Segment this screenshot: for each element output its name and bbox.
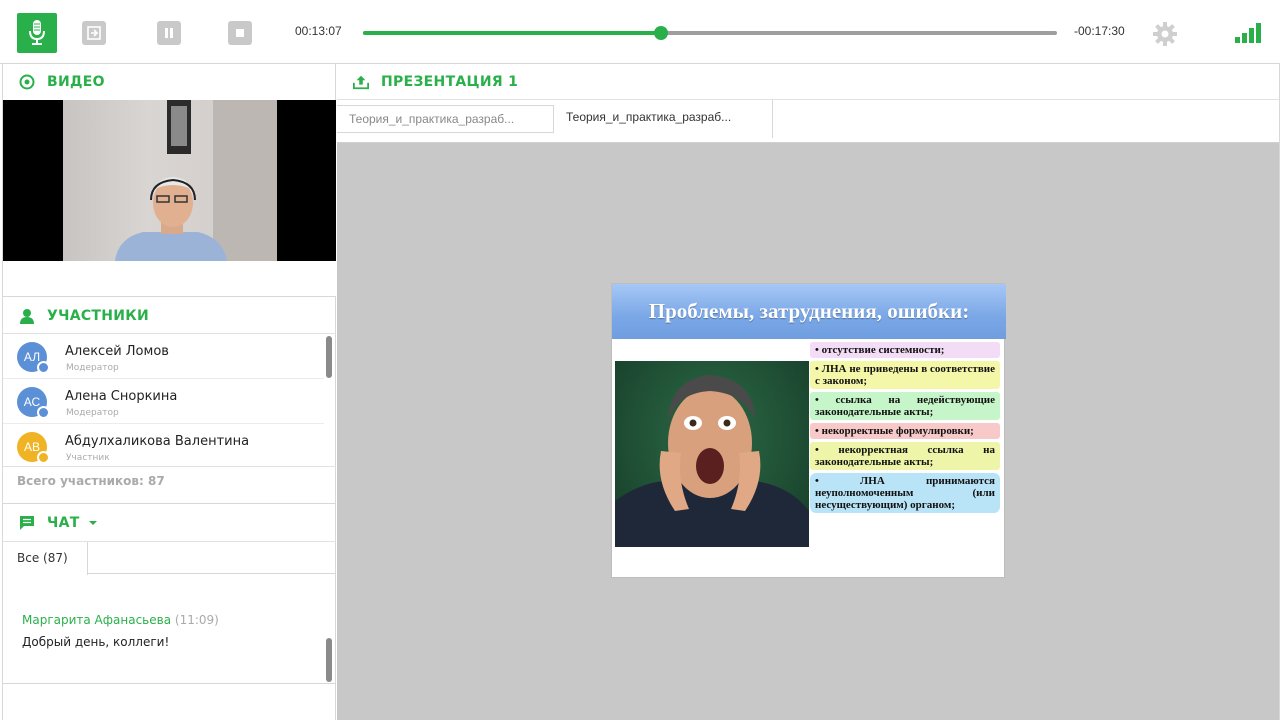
participant-row[interactable]: АС Алена Сноркина Модератор bbox=[3, 379, 324, 424]
participant-name: Алена Сноркина bbox=[65, 389, 178, 404]
participant-role: Участник bbox=[66, 453, 110, 463]
participants-scrollbar[interactable] bbox=[326, 336, 332, 378]
stop-button[interactable] bbox=[228, 21, 252, 45]
user-badge-icon bbox=[37, 406, 50, 419]
presentation-panel-title: ПРЕЗЕНТАЦИЯ 1 bbox=[381, 73, 519, 90]
slide-bullet: • ссылка на недействующие законодательны… bbox=[810, 392, 1000, 420]
participants-list: АЛ Алексей Ломов Модератор АС Алена Снор… bbox=[3, 334, 336, 469]
playback-progress[interactable] bbox=[363, 26, 1057, 40]
remaining-time: -00:17:30 bbox=[1074, 24, 1125, 38]
video-panel-title: ВИДЕО bbox=[47, 74, 105, 90]
pause-button[interactable] bbox=[157, 21, 181, 45]
microphone-button[interactable] bbox=[17, 13, 57, 53]
user-badge-icon bbox=[37, 451, 50, 464]
document-tab-active[interactable]: Теория_и_практика_разраб... bbox=[554, 100, 773, 138]
chat-tabs: Все (87) bbox=[3, 541, 336, 575]
avatar-initials: АЛ bbox=[23, 350, 41, 364]
chat-message-text: Добрый день, коллеги! bbox=[22, 635, 170, 649]
avatar-initials: АС bbox=[23, 395, 41, 409]
avatar: АЛ bbox=[17, 342, 50, 374]
signal-strength-icon bbox=[1235, 23, 1261, 43]
video-frame bbox=[63, 100, 277, 261]
slide-bullet: • ЛНА принимаются неуполномоченным (или … bbox=[810, 473, 1000, 513]
avatar: АС bbox=[17, 387, 50, 419]
chat-message-time: (11:09) bbox=[174, 613, 219, 627]
chat-icon bbox=[19, 515, 35, 531]
upload-icon[interactable] bbox=[353, 74, 369, 90]
toolbar: 00:13:07 -00:17:30 bbox=[0, 0, 1280, 64]
participant-name: Абдулхаликова Валентина bbox=[65, 434, 250, 449]
participant-row[interactable]: АЛ Алексей Ломов Модератор bbox=[3, 334, 324, 379]
slide-bullet: • некорректная ссылка на законодательные… bbox=[810, 442, 1000, 470]
shocked-man-image bbox=[615, 375, 809, 547]
presentation-panel: ПРЕЗЕНТАЦИЯ 1 Теория_и_практика_разраб..… bbox=[337, 64, 1280, 720]
participants-panel-header: УЧАСТНИКИ bbox=[3, 298, 336, 334]
exit-icon bbox=[87, 26, 101, 40]
slide-bullet: • ЛНА не приведены в соответствие с зако… bbox=[810, 361, 1000, 389]
video-panel-header: ВИДЕО bbox=[3, 64, 335, 100]
participant-role: Модератор bbox=[66, 408, 119, 418]
video-icon bbox=[19, 74, 35, 90]
participants-total: Всего участников: 87 bbox=[17, 474, 165, 488]
elapsed-time: 00:13:07 bbox=[295, 24, 342, 38]
left-column: ВИДЕО УЧАСТНИКИ АЛ Алексей Ломов Модерат… bbox=[2, 64, 336, 720]
stop-icon bbox=[236, 29, 244, 37]
document-tabs: Теория_и_практика_разраб... Теория_и_пра… bbox=[337, 100, 1279, 143]
pause-icon bbox=[165, 28, 173, 38]
chat-panel-header[interactable]: ЧАТ bbox=[3, 505, 336, 541]
gear-icon[interactable] bbox=[1152, 21, 1178, 47]
avatar-initials: АВ bbox=[23, 440, 40, 454]
chat-panel: ЧАТ Все (87) Маргарита Афанасьева (11:09… bbox=[3, 505, 336, 720]
chat-tab-all[interactable]: Все (87) bbox=[3, 542, 88, 575]
participant-role: Модератор bbox=[66, 363, 119, 373]
participant-name: Алексей Ломов bbox=[65, 344, 169, 359]
chevron-down-icon[interactable] bbox=[88, 519, 98, 527]
participant-row[interactable]: АВ Абдулхаликова Валентина Участник bbox=[3, 424, 324, 469]
presentation-slide: Проблемы, затруднения, ошибки: • отсутст… bbox=[611, 283, 1006, 578]
slide-bullet: • отсутствие системности; bbox=[810, 342, 1000, 358]
slide-bullets: • отсутствие системности; • ЛНА не приве… bbox=[810, 342, 1000, 516]
microphone-icon bbox=[29, 20, 45, 45]
user-badge-icon bbox=[37, 361, 50, 374]
exit-button[interactable] bbox=[82, 21, 106, 45]
document-tab[interactable]: Теория_и_практика_разраб... bbox=[337, 105, 554, 133]
participants-panel-title: УЧАСТНИКИ bbox=[47, 307, 150, 324]
chat-panel-title: ЧАТ bbox=[47, 515, 80, 531]
video-footer bbox=[3, 261, 336, 297]
user-icon bbox=[19, 308, 35, 324]
presenter-image bbox=[115, 100, 277, 261]
slide-bullet: • некорректные формулировки; bbox=[810, 423, 1000, 439]
slide-photo bbox=[615, 361, 809, 547]
chat-scrollbar[interactable] bbox=[326, 638, 332, 682]
participants-panel: УЧАСТНИКИ АЛ Алексей Ломов Модератор АС … bbox=[3, 298, 336, 504]
video-feed[interactable] bbox=[3, 100, 336, 261]
progress-handle[interactable] bbox=[654, 26, 669, 40]
slide-title: Проблемы, затруднения, ошибки: bbox=[612, 284, 1006, 339]
presentation-panel-header: ПРЕЗЕНТАЦИЯ 1 bbox=[337, 64, 1279, 100]
progress-fill bbox=[363, 31, 662, 35]
avatar: АВ bbox=[17, 432, 50, 464]
chat-author-name: Маргарита Афанасьева bbox=[22, 613, 172, 627]
divider bbox=[3, 683, 336, 684]
chat-message-author: Маргарита Афанасьева (11:09) bbox=[22, 613, 219, 627]
divider bbox=[3, 466, 336, 467]
